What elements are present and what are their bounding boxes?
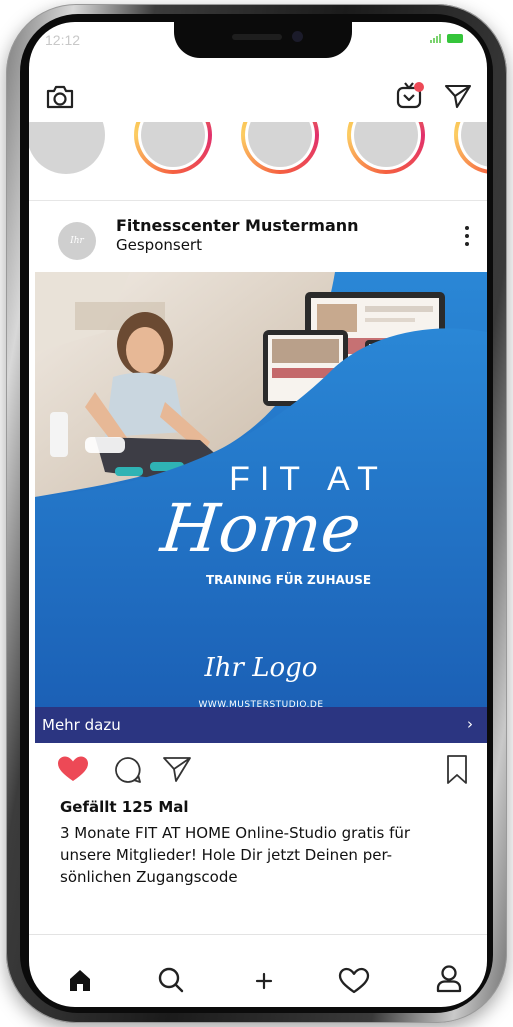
sponsored-label: Gesponsert — [116, 236, 202, 254]
story-avatar[interactable] — [454, 122, 487, 174]
phone-screen: 12:12 Ihr Fitnesscenter Mustermann Gespo… — [29, 22, 487, 1007]
ad-subheadline: TRAINING FÜR ZUHAUSE — [205, 573, 372, 587]
ad-image[interactable]: FIT AT Home TRAINING FÜR ZUHAUSE Ihr Log… — [35, 272, 487, 739]
story-avatar[interactable] — [241, 122, 319, 174]
cta-label: Mehr dazu — [42, 716, 121, 734]
phone-frame: 12:12 Ihr Fitnesscenter Mustermann Gespo… — [6, 4, 507, 1023]
save-bookmark-icon[interactable] — [445, 754, 469, 786]
igtv-icon[interactable] — [395, 80, 425, 110]
top-app-bar — [29, 72, 487, 122]
post-caption: 3 Monate FIT AT HOME Online-Studio grati… — [60, 822, 474, 888]
caption-line: 3 Monate FIT AT HOME Online-Studio grati… — [60, 824, 411, 842]
search-icon[interactable] — [157, 966, 185, 994]
home-icon[interactable] — [68, 968, 92, 992]
status-icons — [430, 34, 463, 43]
stories-divider — [29, 200, 487, 201]
add-icon[interactable] — [254, 971, 274, 991]
story-avatar[interactable] — [134, 122, 212, 174]
bottom-nav-divider — [29, 934, 487, 935]
phone-notch — [174, 22, 352, 58]
status-time: 12:12 — [45, 32, 81, 48]
battery-icon — [447, 34, 463, 43]
caption-line: unsere Mitglieder! Hole Dir jetzt Deinen… — [60, 846, 393, 864]
share-icon[interactable] — [162, 754, 192, 784]
speaker-grille — [232, 34, 282, 40]
camera-icon[interactable] — [45, 84, 75, 110]
account-name[interactable]: Fitnesscenter Mustermann — [116, 216, 359, 235]
comment-icon[interactable] — [113, 755, 143, 785]
direct-message-icon[interactable] — [444, 82, 472, 110]
account-avatar[interactable]: Ihr Logo — [58, 222, 96, 284]
ad-logo-text: Ihr Logo — [204, 653, 318, 683]
activity-heart-icon[interactable] — [338, 967, 370, 995]
front-camera — [292, 31, 303, 42]
like-heart-icon[interactable] — [57, 755, 89, 783]
caption-line: sönlichen Zugangscode — [60, 868, 238, 886]
stories-bar — [29, 122, 487, 197]
more-options-icon[interactable] — [465, 226, 469, 250]
likes-count[interactable]: Gefällt 125 Mal — [60, 798, 189, 816]
signal-icon — [430, 34, 441, 43]
story-avatar[interactable] — [347, 122, 425, 174]
profile-icon[interactable] — [435, 964, 463, 994]
chevron-right-icon: › — [467, 715, 473, 733]
story-avatar[interactable] — [29, 122, 105, 174]
ad-headline-script: Home — [157, 490, 365, 567]
learn-more-button[interactable]: Mehr dazu › — [35, 707, 487, 743]
